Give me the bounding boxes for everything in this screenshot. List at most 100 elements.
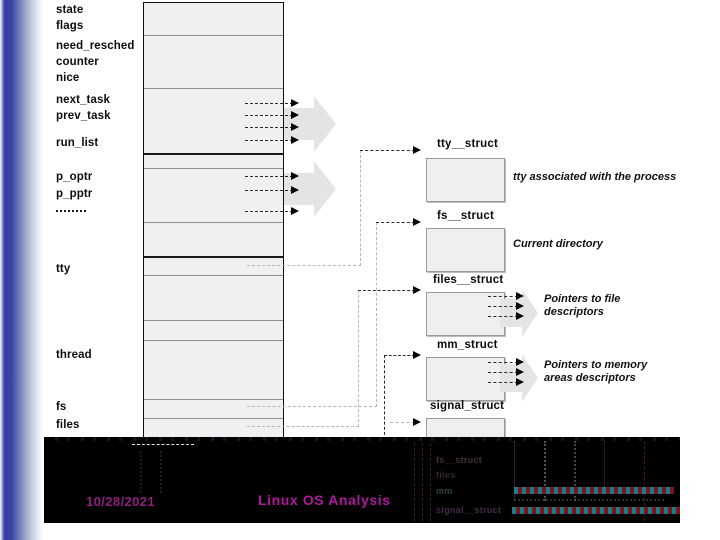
struct-caption-files-line2: descriptors [544, 306, 604, 318]
field-label-prev-task: prev_task [56, 110, 111, 122]
arrowhead-p-pptr [291, 186, 299, 194]
dash-files-fd-1 [488, 296, 518, 297]
struct-caption-files: Pointers to file [544, 293, 621, 305]
footer-title: Linux OS Analysis [258, 492, 391, 508]
dash-tty-out [247, 265, 361, 266]
footer-glitch-vline [430, 443, 431, 521]
dash-run-list-b [245, 140, 293, 141]
footer-glitch-label: files [436, 470, 456, 480]
field-label-p-optr: p_optr [56, 171, 93, 183]
dash-next-task [245, 103, 293, 104]
field-label-state: state [56, 4, 84, 16]
struct-caption-mm: Pointers to memory [544, 359, 648, 371]
task-struct-seam [144, 275, 283, 276]
arrowhead-mm-area-3 [516, 378, 524, 386]
footer-glitch-bar [514, 487, 674, 494]
arrowhead-run-list-b [291, 136, 299, 144]
arrowhead-mm-area-2 [516, 368, 524, 376]
struct-caption-fs: Current directory [513, 238, 603, 250]
dash-mm-area-1 [488, 362, 518, 363]
arrowhead-mm-area-1 [516, 358, 524, 366]
struct-title-tty: tty__struct [437, 138, 498, 150]
dash-tty-riser [360, 150, 361, 266]
struct-title-signal: signal_struct [430, 400, 505, 412]
struct-title-mm: mm_struct [437, 339, 498, 351]
field-label-ellipsis [56, 210, 86, 212]
dash-files-riser [358, 290, 359, 427]
field-label-files: files [56, 419, 80, 431]
dash-mm-area-2 [488, 372, 518, 373]
arrowhead-prev-task [291, 111, 299, 119]
footer-glitch-noise-top [44, 437, 680, 441]
dash-fs-in [376, 222, 415, 223]
task-struct-seam [144, 153, 283, 155]
arrowhead-run-list-a [291, 123, 299, 131]
footer-glitch-column [140, 451, 142, 493]
dash-tty-in [360, 150, 415, 151]
dash-signal-in [390, 422, 415, 423]
arrowhead-files-struct [413, 286, 421, 294]
dash-files-fd-2 [488, 306, 518, 307]
slide-canvas: state flags need_resched counter nice ne… [0, 0, 720, 540]
field-label-nice: nice [56, 72, 80, 84]
struct-box-tty [426, 158, 505, 202]
left-gradient-edge [0, 0, 44, 540]
slide-footer-band: fs__struct files mm signal__struct 10/28… [44, 437, 680, 523]
arrowhead-signal-struct [413, 418, 421, 426]
dash-p-optr [245, 176, 293, 177]
arrowhead-tty-struct [413, 146, 421, 154]
field-label-thread: thread [56, 349, 92, 361]
struct-title-fs: fs__struct [437, 210, 494, 222]
field-label-run-list: run_list [56, 137, 99, 149]
dash-files-fd-3 [488, 316, 518, 317]
dash-run-list-a [245, 127, 293, 128]
dash-files-out [247, 426, 359, 427]
field-label-flags: flags [56, 20, 84, 32]
field-label-next-task: next_task [56, 94, 110, 106]
task-struct-seam [144, 222, 283, 223]
arrowhead-fs-struct [413, 218, 421, 226]
field-label-p-pptr: p_pptr [56, 188, 93, 200]
struct-title-files: files__struct [433, 274, 504, 286]
task-struct-seam [144, 35, 283, 36]
field-label-need-resched: need_resched [56, 40, 135, 52]
arrowhead-files-fd-2 [516, 302, 524, 310]
arrowhead-mm-struct [413, 351, 421, 359]
dash-mm-in [384, 355, 415, 356]
dash-prev-task [245, 115, 293, 116]
arrowhead-parent-misc [291, 207, 299, 215]
struct-box-fs [426, 228, 505, 272]
field-label-fs: fs [56, 401, 67, 413]
dash-files-in [358, 290, 415, 291]
task-struct-seam [144, 399, 283, 400]
task-struct-seam [144, 168, 283, 169]
task-struct-seam [144, 418, 283, 419]
task-struct-seam [144, 340, 283, 341]
task-struct-seam [144, 320, 283, 321]
footer-glitch-tick [132, 444, 194, 445]
struct-box-files [426, 292, 505, 336]
struct-caption-tty: tty associated with the process [513, 171, 677, 183]
task-struct-seam [144, 88, 283, 89]
struct-box-mm [426, 357, 505, 401]
arrowhead-p-optr [291, 172, 299, 180]
arrowhead-files-fd-1 [516, 292, 524, 300]
dash-mm-area-3 [488, 382, 518, 383]
footer-date: 10/28/2021 [86, 494, 156, 509]
field-label-tty: tty [56, 263, 71, 275]
struct-caption-mm-line2: areas descriptors [544, 372, 636, 384]
arrowhead-files-fd-3 [516, 312, 524, 320]
footer-glitch-bar [512, 507, 680, 514]
footer-glitch-dots [514, 499, 664, 501]
dash-mm-riser [384, 355, 385, 440]
arrowhead-next-task [291, 99, 299, 107]
footer-glitch-vline [604, 441, 605, 489]
footer-glitch-label: fs__struct [436, 455, 483, 465]
footer-glitch-vline [414, 443, 415, 521]
footer-glitch-vline [422, 443, 423, 521]
footer-glitch-label: mm [436, 486, 453, 496]
field-label-counter: counter [56, 56, 99, 68]
dash-parent-misc [245, 211, 293, 212]
dash-fs-riser [376, 222, 377, 407]
footer-glitch-label: signal__struct [436, 505, 502, 515]
